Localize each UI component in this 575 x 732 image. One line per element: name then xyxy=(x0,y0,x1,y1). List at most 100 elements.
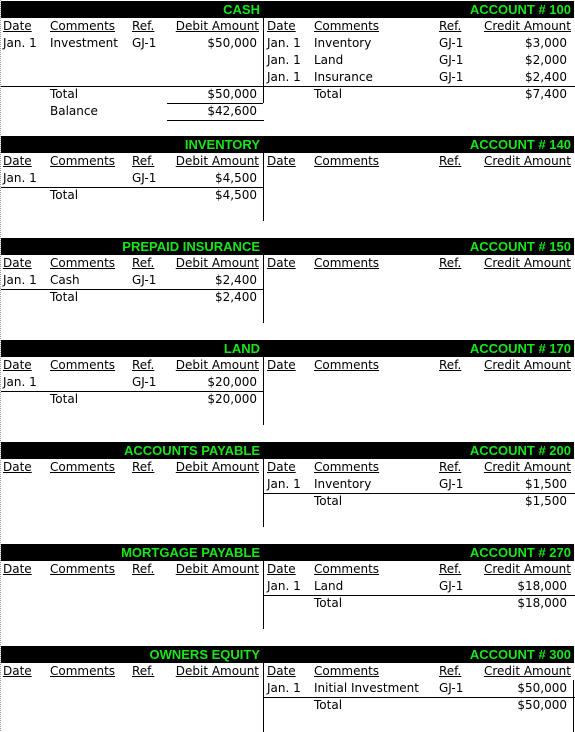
account-number: ACCOUNT # 170 xyxy=(469,341,571,356)
col-comments: Comments xyxy=(314,664,380,678)
col-date: Date xyxy=(3,664,32,678)
column-headers: Date Comments Ref. Debit Amount xyxy=(1,18,263,35)
table-row: Jan. 1 Cash GJ-1 $2,400 xyxy=(1,272,263,289)
credit-side: Date Comments Ref. Credit Amount Jan. 1 … xyxy=(263,663,575,732)
total-label: Total xyxy=(314,494,343,508)
col-date: Date xyxy=(3,460,32,474)
col-comments: Comments xyxy=(50,154,116,168)
account-name: INVENTORY xyxy=(184,137,260,152)
col-comments: Comments xyxy=(50,19,116,33)
col-debit-amount: Debit Amount xyxy=(175,358,259,372)
balance-row: Balance $42,600 xyxy=(1,103,263,120)
column-headers: Date Comments Ref. Credit Amount xyxy=(264,255,575,272)
ledger-header: PREPAID INSURANCE ACCOUNT # 150 xyxy=(1,238,574,255)
column-headers: Date Comments Ref. Credit Amount xyxy=(264,663,575,680)
entry-amount: $1,500 xyxy=(525,477,567,491)
col-comments: Comments xyxy=(50,460,116,474)
entry-ref: GJ-1 xyxy=(132,375,157,389)
debit-side: Date Comments Ref. Debit Amount Jan. 1 G… xyxy=(1,357,263,425)
account-number: ACCOUNT # 100 xyxy=(469,2,571,17)
total-row: Total $1,500 xyxy=(264,493,575,510)
table-row: Jan. 1 Land GJ-1 $2,000 xyxy=(264,52,575,69)
entry-date: Jan. 1 xyxy=(3,273,37,287)
entry-ref: GJ-1 xyxy=(439,70,464,84)
account-name: OWNERS EQUITY xyxy=(149,647,260,662)
debit-side: Date Comments Ref. Debit Amount xyxy=(1,561,263,629)
col-date: Date xyxy=(3,19,32,33)
col-comments: Comments xyxy=(50,664,116,678)
col-credit-amount: Credit Amount xyxy=(483,460,571,474)
entry-ref: GJ-1 xyxy=(132,273,157,287)
table-row: Jan. 1 Investment GJ-1 $50,000 xyxy=(1,35,263,52)
entry-comments: Inventory xyxy=(314,477,372,491)
col-ref: Ref. xyxy=(132,154,155,168)
column-headers: Date Comments Ref. Credit Amount xyxy=(264,459,575,476)
ledger-header: OWNERS EQUITY ACCOUNT # 300 xyxy=(1,646,574,663)
entry-date: Jan. 1 xyxy=(267,681,301,695)
column-headers: Date Comments Ref. Credit Amount xyxy=(264,561,575,578)
col-ref: Ref. xyxy=(132,664,155,678)
entry-amount: $50,000 xyxy=(207,36,257,50)
col-comments: Comments xyxy=(50,358,116,372)
entry-date: Jan. 1 xyxy=(267,579,301,593)
total-label: Total xyxy=(314,698,343,712)
ledger-header: MORTGAGE PAYABLE ACCOUNT # 270 xyxy=(1,544,574,561)
table-row: Jan. 1 GJ-1 $20,000 xyxy=(1,374,263,391)
entry-amount: $2,400 xyxy=(215,273,257,287)
table-row: Jan. 1 Insurance GJ-1 $2,400 xyxy=(264,69,575,86)
col-ref: Ref. xyxy=(439,256,462,270)
total-amount: $18,000 xyxy=(517,596,567,610)
col-debit-amount: Debit Amount xyxy=(175,154,259,168)
col-ref: Ref. xyxy=(132,256,155,270)
total-row: Total $50,000 xyxy=(1,86,263,103)
entry-date: Jan. 1 xyxy=(267,477,301,491)
total-amount: $7,400 xyxy=(525,87,567,101)
col-credit-amount: Credit Amount xyxy=(483,19,571,33)
ledger-header: INVENTORY ACCOUNT # 140 xyxy=(1,136,574,153)
ledger-land: LAND ACCOUNT # 170 Date Comments Ref. De… xyxy=(1,340,574,426)
balance-label: Balance xyxy=(50,104,98,118)
col-debit-amount: Debit Amount xyxy=(175,19,259,33)
total-amount: $1,500 xyxy=(525,494,567,508)
entry-amount: $18,000 xyxy=(517,579,567,593)
entry-ref: GJ-1 xyxy=(132,171,157,185)
col-date: Date xyxy=(267,154,296,168)
ledger-header: LAND ACCOUNT # 170 xyxy=(1,340,574,357)
total-row: Total $18,000 xyxy=(264,595,575,612)
entry-comments: Investment xyxy=(50,36,118,50)
col-comments: Comments xyxy=(314,256,380,270)
total-row: Total $2,400 xyxy=(1,289,263,306)
col-date: Date xyxy=(3,256,32,270)
col-date: Date xyxy=(267,256,296,270)
col-debit-amount: Debit Amount xyxy=(175,562,259,576)
col-comments: Comments xyxy=(314,562,380,576)
col-date: Date xyxy=(267,460,296,474)
entry-comments: Cash xyxy=(50,273,80,287)
col-ref: Ref. xyxy=(439,562,462,576)
col-comments: Comments xyxy=(314,358,380,372)
entry-comments: Land xyxy=(314,579,344,593)
entry-comments: Land xyxy=(314,53,344,67)
entry-ref: GJ-1 xyxy=(439,477,464,491)
ledger-cash: CASH ACCOUNT # 100 Date Comments Ref. De… xyxy=(1,1,575,121)
total-row: Total $50,000 xyxy=(264,697,575,714)
col-date: Date xyxy=(3,358,32,372)
account-number: ACCOUNT # 140 xyxy=(469,137,571,152)
credit-side: Date Comments Ref. Credit Amount xyxy=(263,255,575,323)
ledger-inventory: INVENTORY ACCOUNT # 140 Date Comments Re… xyxy=(1,136,574,222)
entry-amount: $2,400 xyxy=(525,70,567,84)
total-amount: $20,000 xyxy=(207,392,257,406)
col-debit-amount: Debit Amount xyxy=(175,460,259,474)
entry-date: Jan. 1 xyxy=(267,36,301,50)
entry-date: Jan. 1 xyxy=(3,375,37,389)
col-debit-amount: Debit Amount xyxy=(175,664,259,678)
col-ref: Ref. xyxy=(132,19,155,33)
account-name: CASH xyxy=(223,2,260,17)
column-headers: Date Comments Ref. Debit Amount xyxy=(1,153,263,170)
account-number: ACCOUNT # 200 xyxy=(469,443,571,458)
balance-rule-bottom xyxy=(167,120,264,121)
debit-side: Date Comments Ref. Debit Amount Jan. 1 I… xyxy=(1,18,264,121)
debit-side: Date Comments Ref. Debit Amount xyxy=(1,663,263,732)
table-row: Jan. 1 GJ-1 $4,500 xyxy=(1,170,263,187)
col-credit-amount: Credit Amount xyxy=(483,664,571,678)
